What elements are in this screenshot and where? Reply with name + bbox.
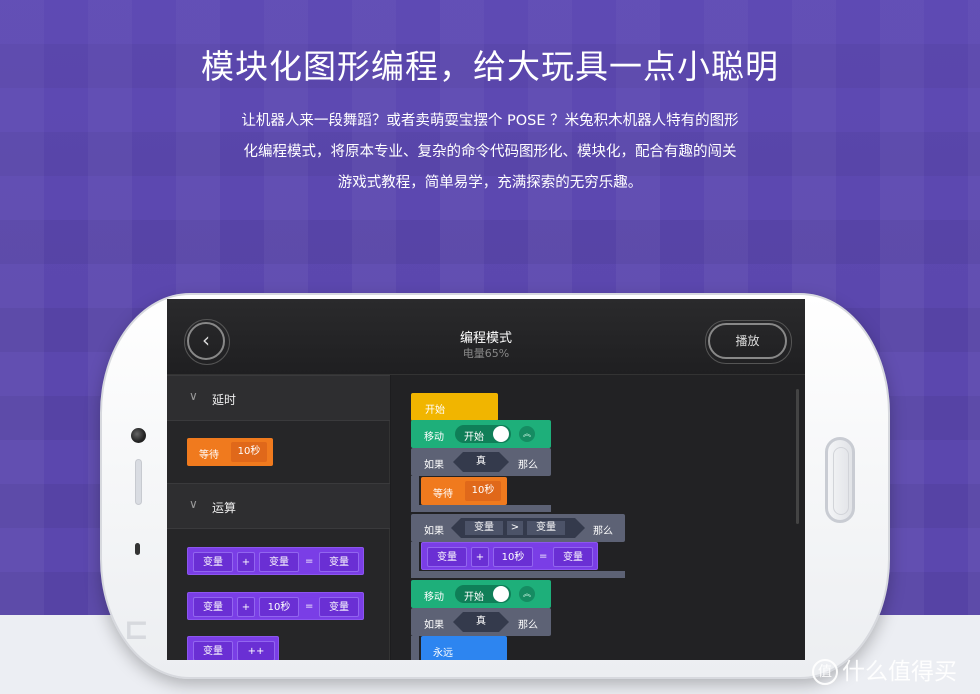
op-operand[interactable]: 变量 [193, 597, 233, 617]
op-operator[interactable]: + [471, 547, 489, 567]
op-operand[interactable]: 变量 [193, 641, 233, 660]
mi-logo-icon: ⊏ [124, 612, 150, 647]
wait-block[interactable]: 等待 10秒 [421, 477, 507, 505]
forever-block[interactable]: 永远 [421, 636, 507, 660]
operand-slot[interactable]: 变量 [527, 521, 565, 535]
block-label: 移动 [424, 592, 444, 603]
toggle-label: 开始 [464, 592, 484, 603]
description-line: 化编程模式，将原本专业、复杂的命令代码图形化、模块化，配合有趣的闯关 [243, 144, 737, 160]
watermark-text: 什么值得买 [842, 659, 957, 685]
block-palette: ∨ 延时 等待 10秒 ∨ 运算 变量 + 变量 = 变量 变量 + 10秒 =… [167, 375, 390, 660]
op-operand[interactable]: 变量 [259, 552, 299, 572]
if-block-footer [411, 571, 625, 578]
description: 让机器人来一段舞蹈？或者卖萌耍宝摆个 POSE ？米兔积木机器人特有的图形 化编… [200, 106, 780, 199]
condition-slot[interactable]: 真 [453, 612, 509, 632]
category-delay[interactable]: ∨ 延时 [167, 375, 390, 421]
move-block[interactable]: 移动 开始 ︽ [411, 420, 551, 448]
if-block-arm [411, 542, 419, 572]
block-value[interactable]: 10秒 [231, 442, 267, 462]
block-label: 如果 [424, 460, 444, 471]
block-label: 那么 [518, 460, 538, 471]
condition-slot[interactable]: 变量 > 变量 [451, 518, 585, 538]
if-compare-block[interactable]: 如果 变量 > 变量 那么 [411, 514, 625, 542]
assign-block[interactable]: 变量 + 10秒 = 变量 [421, 542, 598, 570]
op-equals: = [305, 556, 314, 567]
move-block[interactable]: 移动 开始 ︽ [411, 580, 551, 608]
front-camera-icon [131, 428, 146, 443]
toggle-knob [493, 426, 509, 442]
op-equals: = [539, 551, 548, 562]
start-block[interactable]: 开始 [411, 393, 498, 421]
block-label: 永远 [433, 648, 453, 659]
op-operand[interactable]: 变量 [553, 547, 593, 567]
category-label: 延时 [212, 393, 237, 407]
top-bar: ‹ 编程模式 电量65% 播放 [167, 299, 805, 375]
description-line: 让机器人来一段舞蹈？或者卖萌耍宝摆个 POSE ？米兔积木机器人特有的图形 [241, 113, 739, 129]
watermark: 值什么值得买 [812, 652, 957, 686]
op-operator[interactable]: ++ [237, 641, 275, 660]
block-label: 如果 [424, 526, 444, 537]
op-operand[interactable]: 变量 [319, 597, 359, 617]
block-label: 那么 [593, 526, 613, 537]
palette-wait-block[interactable]: 等待 10秒 [187, 438, 273, 466]
block-label: 移动 [424, 432, 444, 443]
block-label: 开始 [425, 405, 445, 416]
if-block-footer [411, 505, 551, 512]
watermark-logo-icon: 值 [812, 659, 838, 685]
move-toggle[interactable]: 开始 [455, 585, 511, 603]
if-block-arm [411, 476, 419, 506]
op-operand[interactable]: 10秒 [259, 597, 299, 617]
category-label: 运算 [212, 501, 237, 515]
op-operand[interactable]: 变量 [319, 552, 359, 572]
double-chevron-up-icon[interactable]: ︽ [519, 426, 535, 442]
block-label: 等待 [199, 450, 219, 461]
op-operator[interactable]: + [237, 552, 255, 572]
headline: 模块化图形编程，给大玩具一点小聪明 [201, 47, 779, 86]
op-operand[interactable]: 变量 [427, 547, 467, 567]
palette-op-block[interactable]: 变量 + 变量 = 变量 [187, 547, 364, 575]
operand-slot[interactable]: 变量 [465, 521, 503, 535]
compare-operator[interactable]: > [507, 521, 523, 535]
block-label: 那么 [518, 620, 538, 631]
if-block[interactable]: 如果 真 那么 [411, 608, 551, 636]
earpiece [135, 459, 142, 505]
palette-increment-block[interactable]: 变量 ++ [187, 636, 279, 660]
toggle-knob [493, 586, 509, 602]
play-button[interactable]: 播放 [705, 320, 792, 364]
if-block[interactable]: 如果 真 那么 [411, 448, 551, 476]
chevron-down-icon: ∨ [189, 497, 198, 511]
home-button[interactable] [825, 437, 855, 523]
canvas-scrollbar[interactable] [796, 389, 799, 524]
op-operator[interactable]: + [237, 597, 255, 617]
op-operand[interactable]: 10秒 [493, 547, 533, 567]
palette-op-block[interactable]: 变量 + 10秒 = 变量 [187, 592, 364, 620]
block-label: 等待 [433, 489, 453, 500]
category-operation[interactable]: ∨ 运算 [167, 483, 390, 529]
chevron-down-icon: ∨ [189, 389, 198, 403]
double-chevron-up-icon[interactable]: ︽ [519, 586, 535, 602]
sensor [135, 543, 140, 555]
block-value[interactable]: 10秒 [465, 481, 501, 501]
description-line: 游戏式教程，简单易学，充满探索的无穷乐趣。 [337, 175, 643, 191]
condition-slot[interactable]: 真 [453, 452, 509, 472]
if-block-arm [411, 636, 419, 660]
app-screen: ‹ 编程模式 电量65% 播放 ∨ 延时 等待 10秒 ∨ 运算 变量 + 变量… [167, 299, 805, 660]
move-toggle[interactable]: 开始 [455, 425, 511, 443]
op-operand[interactable]: 变量 [193, 552, 233, 572]
block-label: 如果 [424, 620, 444, 631]
op-equals: = [305, 601, 314, 612]
toggle-label: 开始 [464, 432, 484, 443]
